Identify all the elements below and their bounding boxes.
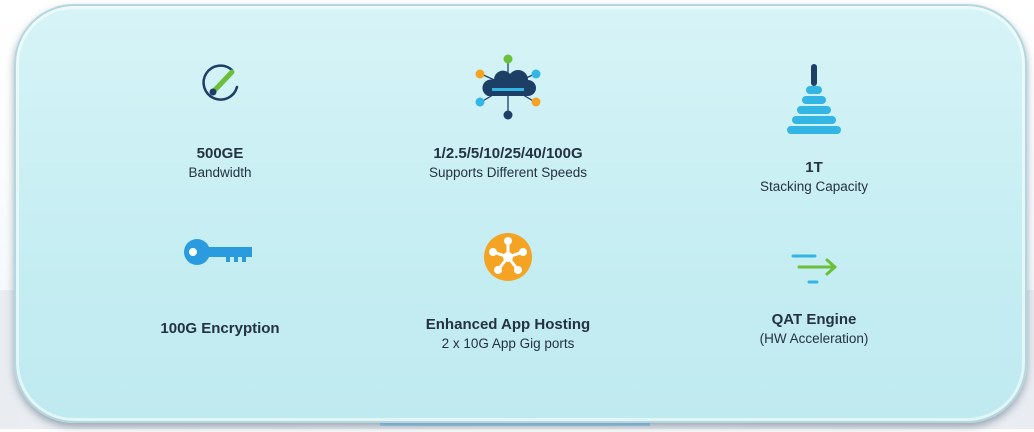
feature-bandwidth: 500GE Bandwidth xyxy=(150,62,290,182)
feature-title: 1T xyxy=(805,159,823,176)
key-icon xyxy=(184,239,252,265)
feature-speeds: 1/2.5/5/10/25/40/100G Supports Different… xyxy=(368,52,648,182)
feature-subtitle: Bandwidth xyxy=(188,165,252,180)
feature-subtitle: (HW Acceleration) xyxy=(759,331,869,346)
cloud-network-icon xyxy=(475,54,541,120)
feature-title: 1/2.5/5/10/25/40/100G xyxy=(433,145,583,162)
speedometer-icon xyxy=(202,64,239,101)
feature-app-hosting: Enhanced App Hosting 2 x 10G App Gig por… xyxy=(408,232,608,353)
feature-subtitle: 2 x 10G App Gig ports xyxy=(441,336,575,351)
feature-title: 500GE xyxy=(196,145,244,162)
feature-qat-engine: QAT Engine (HW Acceleration) xyxy=(744,254,884,348)
feature-encryption: 100G Encryption xyxy=(140,237,300,339)
feature-title: 100G Encryption xyxy=(160,320,280,337)
feature-title: Enhanced App Hosting xyxy=(425,316,591,333)
feature-subtitle: Supports Different Speeds xyxy=(428,165,588,180)
feature-title: QAT Engine xyxy=(771,311,857,328)
feature-subtitle: Stacking Capacity xyxy=(759,179,869,194)
acceleration-arrow-icon xyxy=(791,254,837,284)
stack-tower-icon xyxy=(787,64,841,134)
feature-stacking: 1T Stacking Capacity xyxy=(744,64,884,196)
app-hosting-icon xyxy=(484,233,532,281)
bottom-accent-line xyxy=(380,423,650,432)
